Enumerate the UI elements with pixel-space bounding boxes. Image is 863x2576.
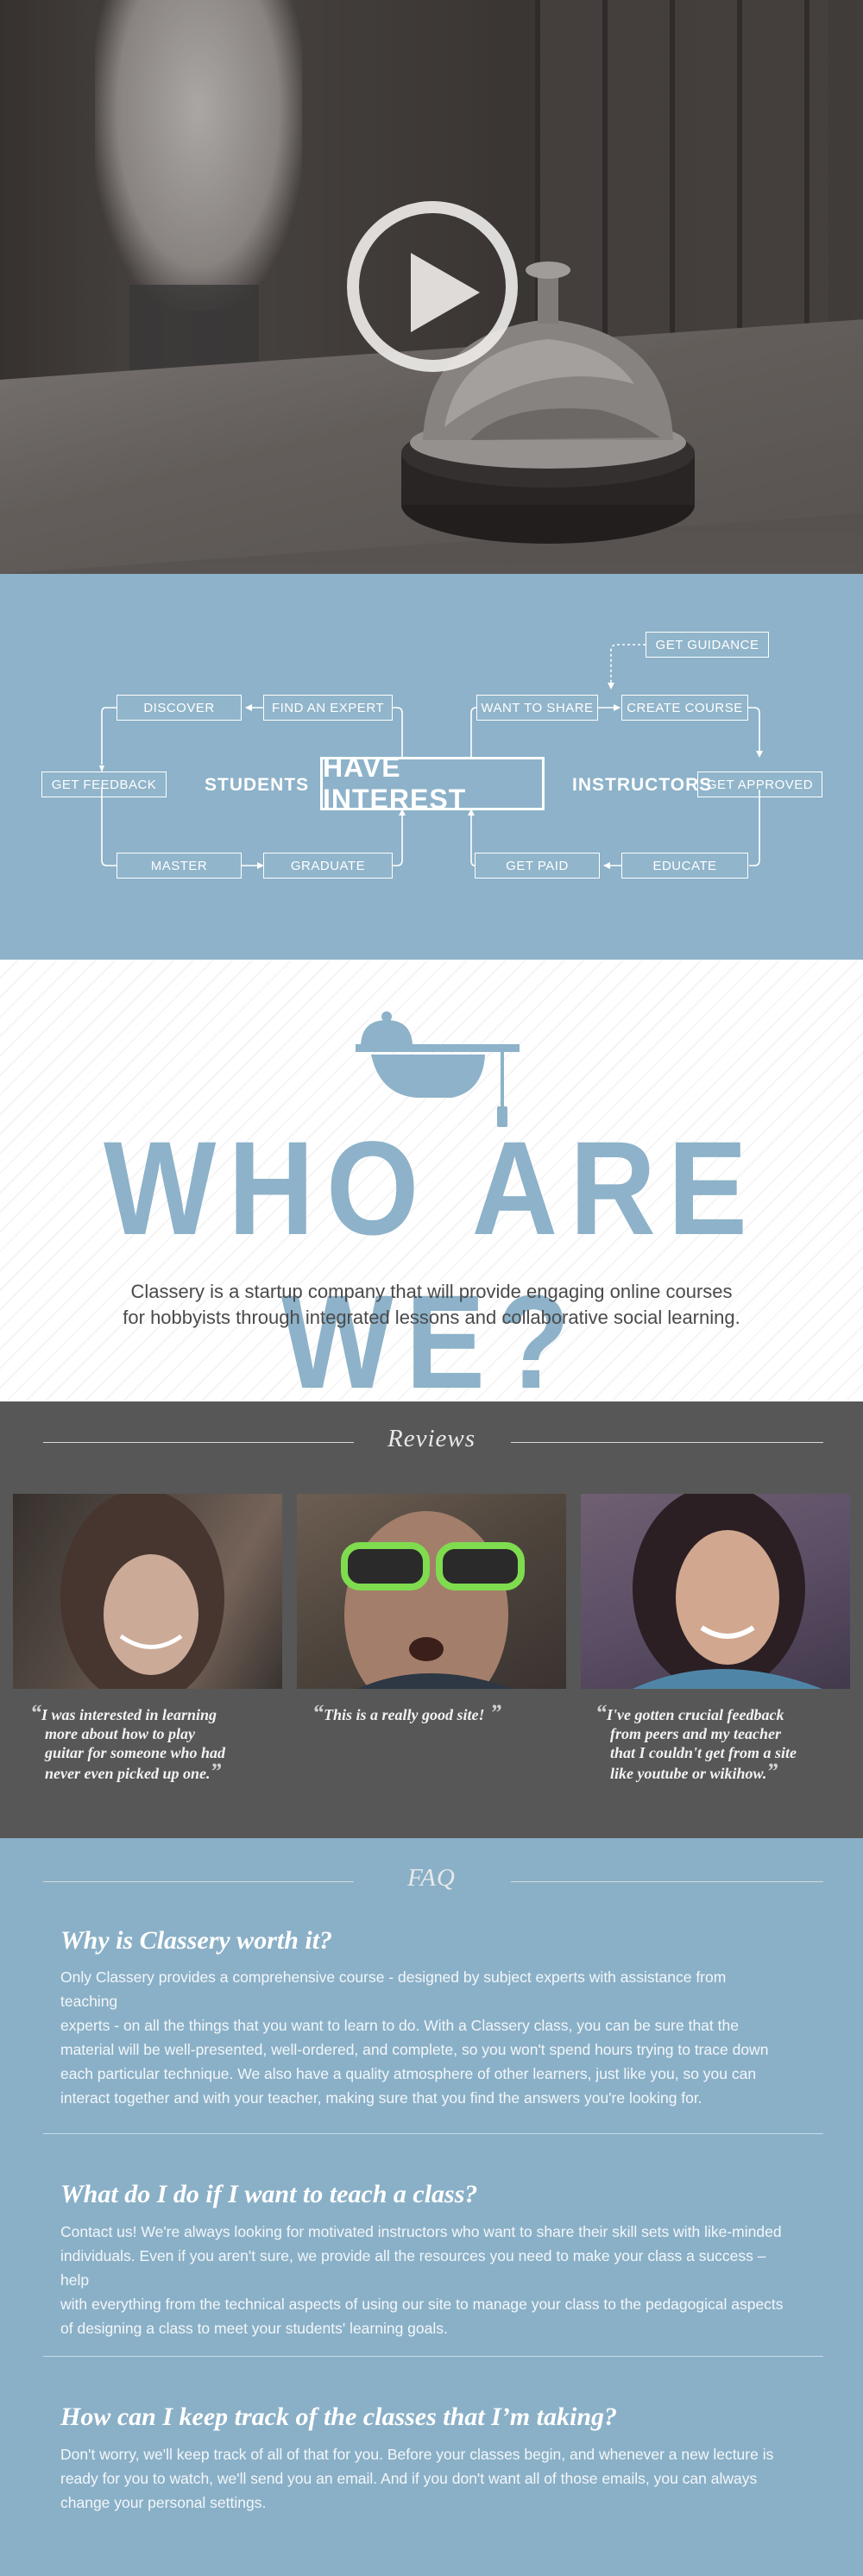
faq-answer-line: with everything from the technical aspec… bbox=[60, 2296, 784, 2313]
review-2-line-1: This is a really good site! bbox=[324, 1706, 485, 1723]
faq-answer-line: ready for you to watch, we'll send you a… bbox=[60, 2470, 758, 2487]
hero-video bbox=[0, 0, 863, 574]
open-quote-icon: “ bbox=[312, 1700, 324, 1725]
step-get-guidance: GET GUIDANCE bbox=[646, 632, 769, 658]
faq-answer-line: Only Classery provides a comprehensive c… bbox=[60, 1968, 727, 2010]
about-section: WHO ARE WE? Classery is a startup compan… bbox=[0, 960, 863, 1417]
step-master: MASTER bbox=[117, 853, 242, 879]
faq-header: FAQ bbox=[0, 1864, 863, 1899]
review-1-line-4: never even picked up one. bbox=[45, 1765, 211, 1782]
reviewer-1-image bbox=[13, 1494, 282, 1689]
divider bbox=[43, 1442, 354, 1443]
faq-question-2: What do I do if I want to teach a class? bbox=[60, 2180, 478, 2208]
who-title: WHO ARE WE? bbox=[104, 1114, 759, 1417]
faq-divider bbox=[43, 2356, 823, 2357]
divider bbox=[43, 1881, 354, 1882]
review-1-line-1: I was interested in learning bbox=[41, 1706, 217, 1723]
step-graduate: GRADUATE bbox=[263, 853, 393, 879]
faq-answer-line: individuals. Even if you aren't sure, we… bbox=[60, 2247, 766, 2289]
reviewer-photo-2 bbox=[297, 1494, 566, 1689]
have-interest-box: HAVE INTEREST bbox=[320, 752, 545, 815]
step-find-an-expert: FIND AN EXPERT bbox=[263, 695, 393, 721]
open-quote-icon: “ bbox=[595, 1700, 607, 1725]
reviewer-photo-1 bbox=[13, 1494, 282, 1689]
review-3-line-4: like youtube or wikihow. bbox=[610, 1765, 767, 1782]
faq-answer-line: experts - on all the things that you wan… bbox=[60, 2017, 739, 2034]
faq-divider bbox=[43, 2133, 823, 2134]
step-get-feedback: GET FEEDBACK bbox=[41, 772, 167, 797]
close-quote-icon: ” bbox=[484, 1700, 502, 1725]
review-quote-2: “This is a really good site! ” bbox=[312, 1702, 501, 1724]
faq-answer-line: material will be well-presented, well-or… bbox=[60, 2041, 769, 2058]
who-desc-line-1: Classery is a startup company that will … bbox=[130, 1281, 733, 1302]
step-create-course: CREATE COURSE bbox=[621, 695, 748, 721]
learning-flow-diagram: DISCOVER FIND AN EXPERT GET FEEDBACK MAS… bbox=[0, 574, 863, 960]
reviews-section: Reviews “I was interested in learning mo bbox=[0, 1401, 863, 1838]
faq-title: FAQ bbox=[407, 1864, 456, 1892]
step-discover: DISCOVER bbox=[117, 695, 242, 721]
reviewer-2-image bbox=[341, 1511, 525, 1689]
divider bbox=[511, 1881, 823, 1882]
reviews-header: Reviews bbox=[0, 1425, 863, 1459]
divider bbox=[511, 1442, 823, 1443]
faq-question-1: Why is Classery worth it? bbox=[60, 1926, 333, 1955]
students-label: STUDENTS bbox=[205, 775, 310, 795]
faq-section: FAQ Why is Classery worth it? Only Class… bbox=[0, 1838, 863, 2576]
cloche-graduation-cap-icon bbox=[356, 1011, 520, 1127]
faq-answer-3: Don't worry, we'll keep track of all of … bbox=[60, 2442, 785, 2515]
play-icon bbox=[411, 253, 480, 332]
who-desc-line-2: for hobbyists through integrated lessons… bbox=[123, 1307, 740, 1328]
faq-answer-line: interact together and with your teacher,… bbox=[60, 2089, 702, 2107]
step-educate: EDUCATE bbox=[621, 853, 748, 879]
reviewer-photo-3 bbox=[581, 1494, 850, 1689]
open-quote-icon: “ bbox=[30, 1700, 41, 1725]
faq-answer-line: each particular technique. We also have … bbox=[60, 2065, 757, 2082]
faq-answer-2: Contact us! We're always looking for mot… bbox=[60, 2220, 785, 2340]
review-quote-1: “I was interested in learning more about… bbox=[30, 1702, 226, 1784]
faq-question-3: How can I keep track of the classes that… bbox=[60, 2403, 617, 2431]
close-quote-icon: ” bbox=[766, 1759, 778, 1784]
reviewer-3-image bbox=[633, 1494, 822, 1689]
who-description: Classery is a startup company that will … bbox=[0, 1279, 863, 1331]
faq-answer-line: Don't worry, we'll keep track of all of … bbox=[60, 2446, 774, 2463]
review-3-line-2: from peers and my teacher bbox=[610, 1725, 781, 1742]
review-1-line-3: guitar for someone who had bbox=[45, 1744, 226, 1761]
faq-answer-line: change your personal settings. bbox=[60, 2494, 267, 2511]
reviews-title: Reviews bbox=[387, 1425, 476, 1452]
faq-answer-line: Contact us! We're always looking for mot… bbox=[60, 2223, 782, 2240]
faq-answer-line: of designing a class to meet your studen… bbox=[60, 2320, 448, 2337]
step-get-paid: GET PAID bbox=[475, 853, 600, 879]
faq-answer-1: Only Classery provides a comprehensive c… bbox=[60, 1965, 785, 2110]
instructors-label: INSTRUCTORS bbox=[572, 775, 713, 795]
step-want-to-share: WANT TO SHARE bbox=[476, 695, 598, 721]
play-button[interactable] bbox=[347, 201, 518, 372]
review-1-line-2: more about how to play bbox=[45, 1725, 196, 1742]
review-quote-3: “I've gotten crucial feedback from peers… bbox=[595, 1702, 797, 1784]
close-quote-icon: ” bbox=[210, 1759, 222, 1784]
step-get-approved: GET APPROVED bbox=[697, 772, 822, 797]
review-3-line-1: I've gotten crucial feedback bbox=[607, 1706, 784, 1723]
